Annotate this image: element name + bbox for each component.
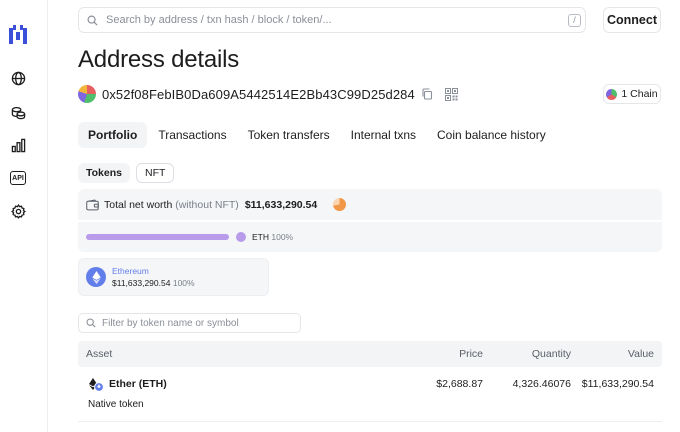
header-price: Price (459, 348, 483, 360)
net-worth-panel: Total net worth (without NFT) $11,633,29… (78, 189, 662, 220)
address-hash: 0x52f08FebIB0Da609A5442514E2Bb43C99D25d2… (102, 86, 415, 102)
token-filter[interactable]: Filter by token name or symbol (78, 313, 301, 333)
chain-selector-button[interactable]: 1 Chain (603, 84, 661, 104)
chain-card-percent: 100% (172, 278, 195, 288)
address-row: 0x52f08FebIB0Da609A5442514E2Bb43C99D25d2… (78, 84, 458, 104)
chain-pie-icon (606, 88, 618, 100)
tab-internal-txns[interactable]: Internal txns (341, 122, 426, 148)
eth-legend-dot (236, 232, 246, 242)
subtab-tokens[interactable]: Tokens (78, 163, 130, 183)
tab-portfolio[interactable]: Portfolio (78, 122, 148, 148)
pie-chart-icon[interactable] (333, 198, 347, 211)
page-title: Address details (78, 46, 240, 73)
search-shortcut-badge: / (568, 13, 581, 27)
ethereum-icon (86, 267, 106, 287)
distribution-bar (86, 234, 229, 240)
portfolio-subtabs: Tokens NFT (78, 163, 180, 183)
asset-subtitle: Native token (88, 399, 144, 410)
wallet-icon (86, 199, 99, 210)
address-avatar (78, 85, 96, 103)
gear-icon[interactable] (9, 202, 27, 220)
asset-quantity: 4,326.46076 (512, 378, 571, 390)
search-input[interactable]: Search by address / txn hash / block / t… (106, 14, 568, 26)
distribution-bar-row: ETH 100% (78, 222, 662, 252)
tab-token-transfers[interactable]: Token transfers (238, 122, 340, 148)
search-icon (87, 15, 98, 26)
qr-code-icon[interactable] (444, 87, 458, 101)
net-worth-value: $11,633,290.54 (244, 198, 318, 211)
net-worth-qualifier: (without NFT) (175, 198, 239, 211)
chain-card-value: $11,633,290.54 (112, 278, 171, 288)
tab-transactions[interactable]: Transactions (148, 122, 236, 148)
asset-name-link[interactable]: Ether (ETH) (109, 378, 167, 390)
sidebar: API (0, 0, 48, 432)
ether-token-icon (89, 378, 104, 392)
distribution-percent: 100% (271, 232, 294, 242)
header-value: Value (627, 348, 654, 360)
header-quantity: Quantity (531, 348, 571, 360)
chain-card-name: Ethereum (112, 266, 149, 276)
address-tabs: Portfolio Transactions Token transfers I… (78, 122, 557, 148)
copy-icon[interactable] (421, 88, 433, 100)
distribution-symbol: ETH (252, 232, 269, 242)
api-icon[interactable]: API (9, 169, 27, 187)
search-bar[interactable]: Search by address / txn hash / block / t… (78, 7, 586, 33)
tokens-icon[interactable] (9, 103, 27, 121)
net-worth-label: Total net worth (104, 198, 173, 211)
token-filter-input[interactable]: Filter by token name or symbol (102, 318, 239, 329)
asset-value: $11,633,290.54 (581, 378, 654, 390)
globe-icon[interactable] (9, 69, 27, 87)
chain-selector-label: 1 Chain (621, 88, 658, 100)
table-row: Ether (ETH) Native token $2,688.87 4,326… (78, 368, 662, 422)
table-header: Asset Price Quantity Value (78, 341, 662, 367)
tab-coin-balance-history[interactable]: Coin balance history (427, 122, 556, 148)
chain-card-ethereum[interactable]: Ethereum $11,633,290.54 100% (78, 258, 269, 296)
connect-button[interactable]: Connect (603, 7, 661, 33)
blockscout-logo[interactable] (8, 24, 28, 46)
api-label: API (10, 171, 26, 185)
search-icon (86, 318, 96, 328)
subtab-nft[interactable]: NFT (135, 163, 175, 183)
bar-chart-icon[interactable] (9, 136, 27, 154)
header-asset: Asset (86, 348, 113, 360)
asset-price: $2,688.87 (436, 378, 483, 390)
